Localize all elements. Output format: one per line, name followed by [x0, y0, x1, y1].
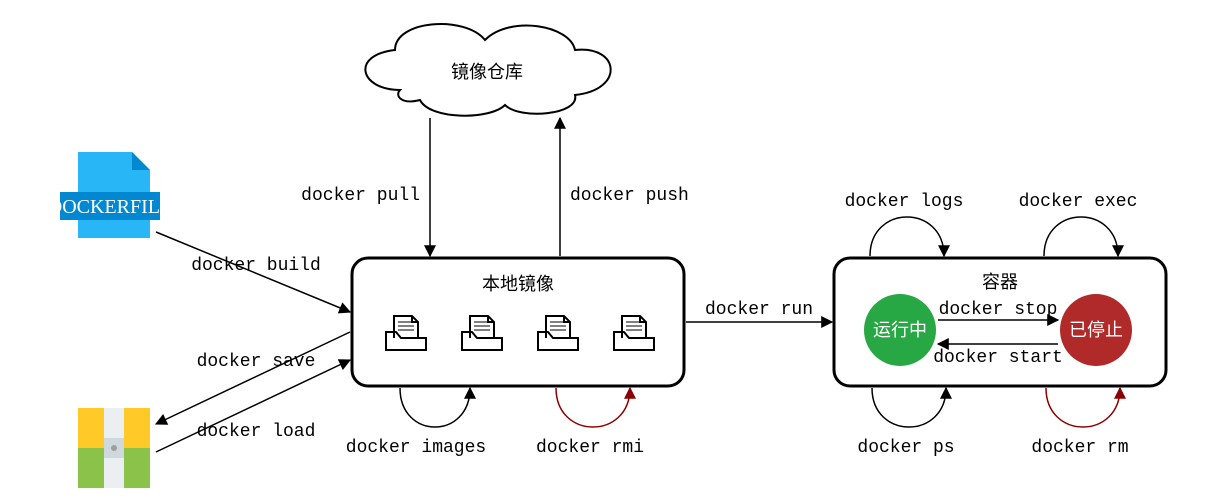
stop-label: docker stop	[939, 300, 1058, 320]
docker-workflow-diagram: 镜像仓库 本地镜像 容器	[0, 0, 1205, 503]
load-label: docker load	[197, 422, 316, 442]
local-images-node: 本地镜像	[352, 258, 684, 386]
registry-label: 镜像仓库	[451, 62, 523, 82]
exec-edge	[1044, 217, 1118, 256]
pull-label: docker pull	[301, 186, 420, 206]
logs-label: docker logs	[845, 192, 964, 212]
save-edge	[156, 332, 350, 424]
build-label: docker build	[191, 256, 321, 276]
ps-label: docker ps	[857, 438, 954, 458]
dockerfile-node: DOCKERFILE	[48, 152, 172, 238]
logs-edge	[870, 217, 944, 256]
images-label: docker images	[346, 438, 486, 458]
archive-node	[78, 408, 150, 488]
image-icons	[386, 316, 654, 350]
rm-edge	[1046, 388, 1120, 427]
containers-node: 容器 运行中 已停止 docker stop docker start	[834, 258, 1166, 386]
push-label: docker push	[570, 186, 689, 206]
stopped-label: 已停止	[1069, 320, 1123, 340]
registry-node: 镜像仓库	[365, 24, 610, 116]
dockerfile-label: DOCKERFILE	[48, 196, 172, 218]
local-images-label: 本地镜像	[482, 274, 554, 294]
rmi-edge	[556, 388, 630, 427]
running-label: 运行中	[873, 320, 927, 340]
rmi-label: docker rmi	[536, 438, 644, 458]
images-edge	[400, 388, 470, 427]
save-label: docker save	[197, 352, 316, 372]
start-label: docker start	[933, 348, 1063, 368]
exec-label: docker exec	[1019, 192, 1138, 212]
containers-label: 容器	[982, 272, 1018, 292]
rm-label: docker rm	[1031, 438, 1128, 458]
run-label: docker run	[705, 300, 813, 320]
ps-edge	[872, 388, 946, 427]
